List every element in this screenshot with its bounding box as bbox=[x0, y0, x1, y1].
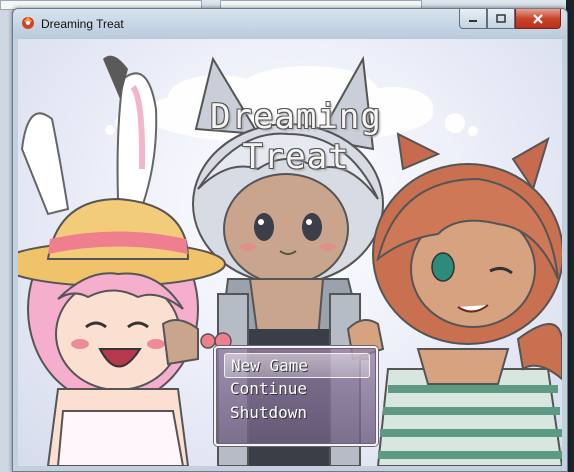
game-title: Dreaming Treat bbox=[210, 97, 382, 177]
app-icon bbox=[22, 17, 34, 29]
window-controls bbox=[459, 9, 561, 29]
maximize-icon bbox=[496, 13, 506, 23]
menu-item-new-game[interactable]: New Game bbox=[224, 353, 370, 378]
title-menu: New Game Continue Shutdown bbox=[214, 346, 378, 446]
background-window-strip bbox=[0, 12, 12, 472]
left-character bbox=[18, 197, 232, 466]
game-screen[interactable]: Dreaming Treat New Game Continue Shutdow… bbox=[18, 39, 562, 466]
game-window: Dreaming Treat Dreaming Treat New Game C… bbox=[12, 8, 568, 472]
close-button[interactable] bbox=[515, 9, 561, 29]
window-title: Dreaming Treat bbox=[41, 17, 124, 31]
maximize-button[interactable] bbox=[487, 9, 515, 29]
menu-item-continue[interactable]: Continue bbox=[224, 377, 368, 400]
minimize-button[interactable] bbox=[459, 9, 487, 29]
bunny-ears bbox=[20, 55, 158, 216]
close-icon bbox=[533, 13, 543, 24]
menu-item-shutdown[interactable]: Shutdown bbox=[224, 401, 368, 424]
minimize-icon bbox=[469, 19, 477, 22]
title-bar[interactable]: Dreaming Treat bbox=[13, 9, 567, 37]
